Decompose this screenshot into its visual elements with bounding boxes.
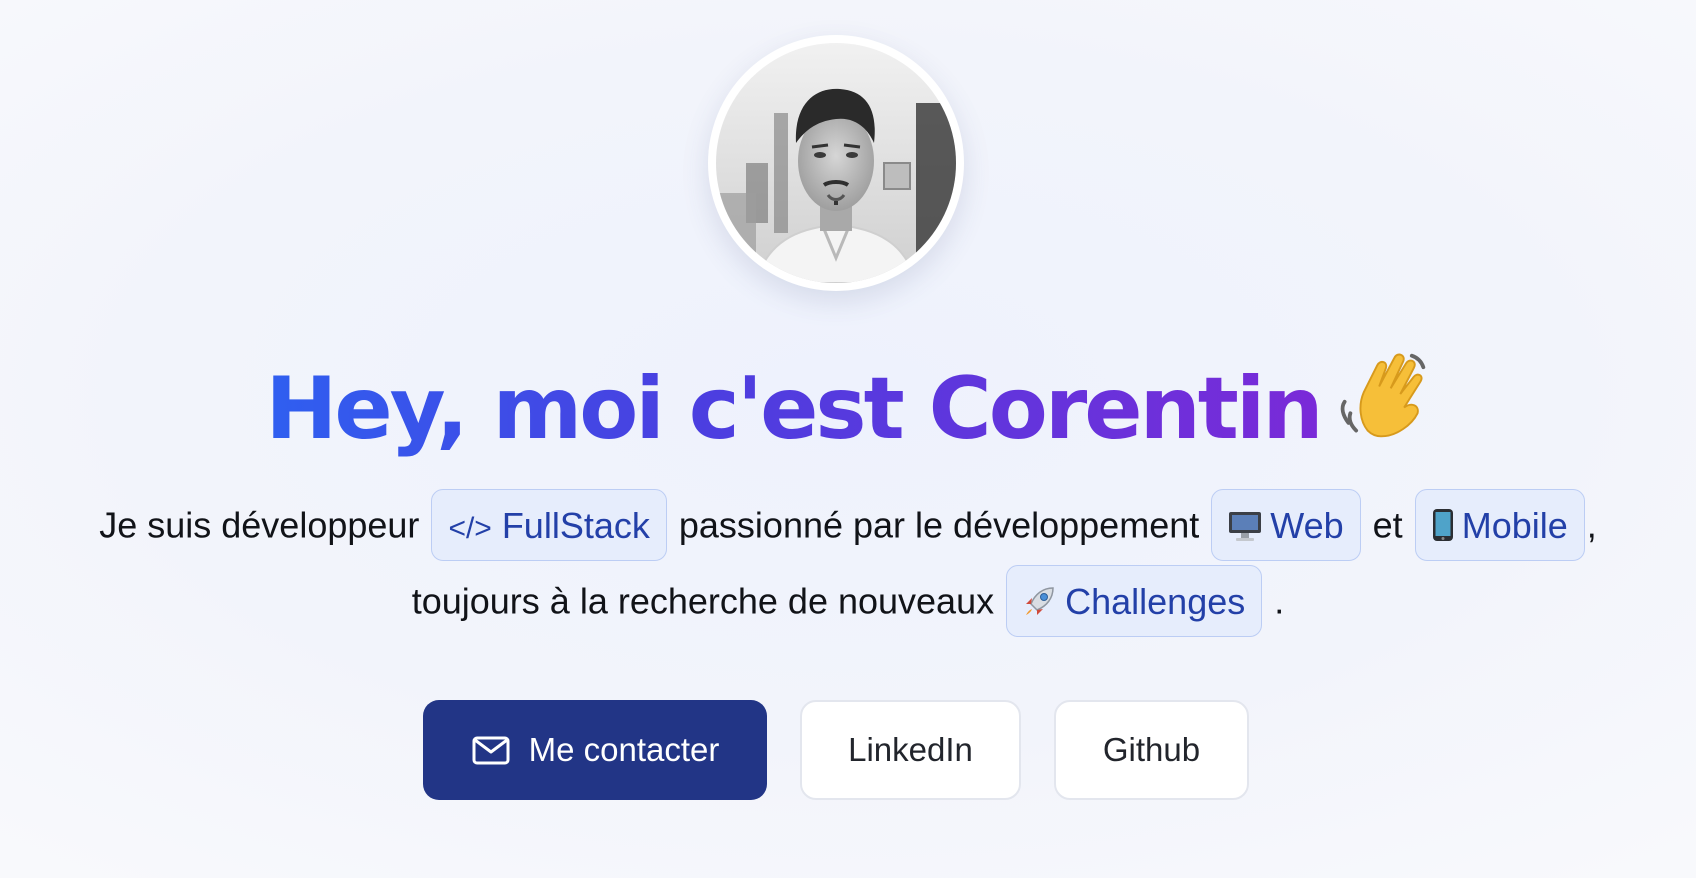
rocket-icon bbox=[1023, 584, 1057, 618]
title-text: Hey, moi c'est Corentin bbox=[265, 359, 1323, 459]
intro-text: . bbox=[1274, 580, 1285, 622]
intro-text: et bbox=[1372, 504, 1403, 546]
intro-text: Je suis développeur bbox=[99, 504, 420, 546]
mobile-phone-icon bbox=[1432, 508, 1454, 542]
tag-fullstack: </> FullStack bbox=[431, 489, 667, 562]
github-button[interactable]: Github bbox=[1054, 700, 1249, 800]
avatar bbox=[708, 35, 964, 291]
linkedin-button[interactable]: LinkedIn bbox=[800, 700, 1021, 800]
mail-icon bbox=[472, 736, 510, 765]
tag-label: Web bbox=[1270, 505, 1344, 547]
tag-mobile: Mobile bbox=[1414, 489, 1585, 562]
profile-photo bbox=[716, 43, 956, 283]
hero-section: Hey, moi c'est Corentin Je suis développ… bbox=[0, 0, 1696, 878]
tag-label: Mobile bbox=[1461, 505, 1568, 547]
waving-hand-icon bbox=[1335, 348, 1431, 444]
intro-line-2: toujours à la recherche de nouveaux Chal… bbox=[0, 562, 1696, 638]
linkedin-button-label: LinkedIn bbox=[848, 731, 973, 768]
tag-label: FullStack bbox=[501, 505, 650, 547]
tag-label: Challenges bbox=[1065, 581, 1246, 623]
intro-line-1: Je suis développeur </> FullStack passion… bbox=[0, 486, 1696, 562]
intro-text: , bbox=[1586, 504, 1597, 546]
intro-text: toujours à la recherche de nouveaux bbox=[411, 580, 995, 622]
intro-text: passionné par le développement bbox=[678, 504, 1200, 546]
tag-web: Web bbox=[1211, 489, 1361, 562]
github-button-label: Github bbox=[1102, 731, 1201, 768]
contact-button-label: Me contacter bbox=[528, 731, 720, 768]
desktop-computer-icon bbox=[1228, 510, 1262, 542]
page-title: Hey, moi c'est Corentin bbox=[0, 348, 1696, 469]
contact-button[interactable]: Me contacter bbox=[423, 700, 767, 800]
code-icon: </> bbox=[448, 512, 492, 546]
tag-challenges: Challenges bbox=[1006, 565, 1263, 638]
